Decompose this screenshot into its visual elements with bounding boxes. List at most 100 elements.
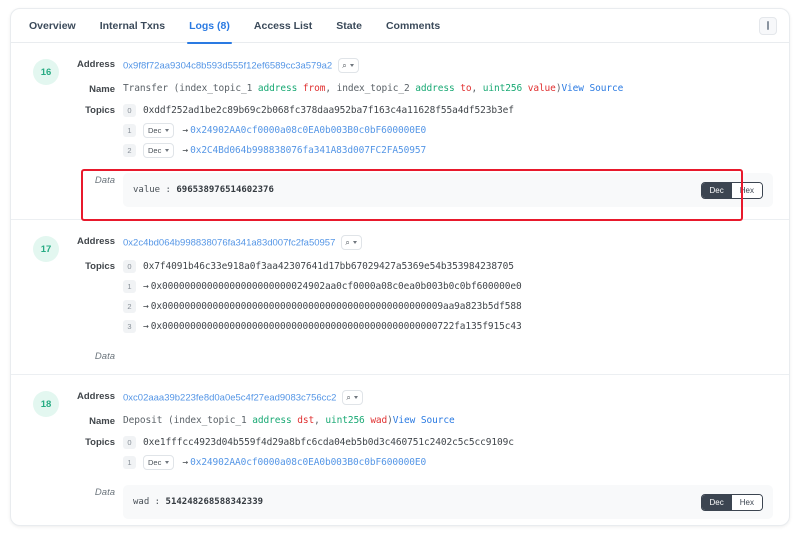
topic-value: 0x00000000000000000000000000000000000000…: [150, 321, 522, 332]
topic-arrow-icon: →: [182, 145, 189, 156]
data-label: Data: [94, 351, 115, 362]
topic-format-dropdown[interactable]: Dec: [143, 143, 175, 158]
topic-value: 0x00000000000000000000000000000000000000…: [150, 301, 522, 312]
data-value-text: wad : 514248268588342339: [133, 497, 263, 507]
topic-index: 3: [123, 320, 136, 333]
tab-internal-txns[interactable]: Internal Txns: [88, 9, 177, 43]
field-label: Topics: [85, 105, 115, 116]
tab-bar: Overview Internal Txns Logs (8) Access List…: [11, 9, 789, 44]
log-index-badge: 16: [33, 59, 59, 85]
signature-token: dst: [297, 415, 315, 426]
topic-index: 2: [123, 144, 136, 157]
tab-access-list[interactable]: Access List: [242, 9, 324, 43]
field-value: 0x2c4bd064b998838076fa341a83d007fc2fa509…: [123, 234, 773, 252]
topic-value: 0x7f4091b46c33e918a0f3aa42307641d17bb670…: [143, 261, 514, 272]
signature-token: , index_topic_2: [325, 83, 416, 94]
signature-token: uint256: [325, 415, 365, 426]
chevron-down-icon: [349, 64, 354, 68]
data-key: value: [133, 185, 161, 195]
topic-value: 0xe1fffcc4923d04b559f4d29a8bfc6cda04eb5b…: [143, 437, 514, 448]
topic-row: 3 → 0x000000000000000000000000000000000000…: [123, 319, 773, 334]
tab-overview[interactable]: Overview: [25, 9, 88, 43]
more-options-button[interactable]: [759, 16, 777, 35]
signature-token: Deposit (: [123, 415, 174, 426]
log-entry: 17 Address 0x2c4bd064b998838076fa341a83d00…: [11, 220, 789, 375]
field-label: Topics: [85, 261, 115, 272]
log-body: Address 0x9f8f72aa9304c8b593d555f12ef6589…: [69, 57, 773, 207]
topic-row: 0 0xe1fffcc4923d04b559f4d29a8bfc6cda04eb5…: [123, 435, 773, 450]
topic-row: 1 → 0x00000000000000000000000024902aa0cf00…: [123, 279, 773, 294]
contract-address-link[interactable]: 0xc02aaa39b223fe8d0a0e5c4f27ead9083c756c…: [123, 392, 336, 403]
data-format-hex-button[interactable]: Hex: [731, 182, 762, 198]
data-row: Data value : 696538976514602376 Dec Hex: [69, 173, 773, 207]
data-separator: :: [149, 497, 166, 507]
signature-token: to: [460, 83, 472, 94]
address-search-button[interactable]: ⌕: [342, 390, 363, 406]
signature-token: uint256: [482, 83, 523, 94]
topic-address-link[interactable]: 0x24902AA0cf0000a08c0EA0b003B0c0bF600000…: [190, 457, 426, 468]
address-search-button[interactable]: ⌕: [341, 235, 362, 251]
topic-index: 0: [123, 104, 136, 117]
signature-token: address: [415, 83, 455, 94]
topic-index: 2: [123, 300, 136, 313]
chevron-down-icon: [165, 129, 170, 132]
event-signature: Transfer (index_topic_1 address from, in…: [123, 82, 773, 96]
field-label: Name: [89, 416, 115, 427]
field-label: Topics: [85, 437, 115, 448]
signature-token: address: [252, 415, 292, 426]
data-value-text: value : 696538976514602376: [133, 185, 274, 195]
signature-token: from: [302, 83, 326, 94]
topic-arrow-icon: →: [143, 281, 149, 292]
topic-arrow-icon: →: [143, 301, 149, 312]
data-value: 696538976514602376: [176, 185, 274, 195]
topic-arrow-icon: →: [182, 125, 189, 136]
search-icon: ⌕: [342, 60, 347, 70]
tab-comments[interactable]: Comments: [374, 9, 452, 43]
data-label: Data: [94, 487, 115, 498]
data-key: wad: [133, 497, 150, 507]
field-value: 0xc02aaa39b223fe8d0a0e5c4f27ead9083c756c…: [123, 389, 773, 407]
topic-row: 0 0x7f4091b46c33e918a0f3aa42307641d17bb67…: [123, 259, 773, 274]
log-index-column: 16: [23, 57, 69, 207]
topic-address-link[interactable]: 0x24902AA0cf0000a08c0EA0b003B0c0bF600000…: [190, 125, 426, 136]
data-row: Data wad : 514248268588342339 Dec Hex: [69, 485, 773, 519]
data-format-toggle: Dec Hex: [700, 493, 763, 511]
topic-format-dropdown[interactable]: Dec: [143, 455, 175, 470]
tab-logs-8[interactable]: Logs (8): [177, 9, 242, 44]
topic-index: 0: [123, 260, 136, 273]
view-source-link[interactable]: View Source: [393, 415, 455, 426]
view-source-link[interactable]: View Source: [561, 83, 623, 94]
signature-token: Transfer (: [123, 83, 180, 94]
address-search-button[interactable]: ⌕: [338, 58, 359, 74]
data-row: Data: [69, 349, 773, 362]
topic-row: 2 → 0x000000000000000000000000000000000000…: [123, 299, 773, 314]
field-value: 0 0x7f4091b46c33e918a0f3aa42307641d17bb67…: [123, 259, 773, 339]
contract-address-link[interactable]: 0x2c4bd064b998838076fa341a83d007fc2fa509…: [123, 237, 335, 248]
chevron-down-icon: [353, 396, 358, 400]
topic-index: 0: [123, 436, 136, 449]
data-value-box: value : 696538976514602376 Dec Hex: [123, 173, 773, 207]
search-icon: ⌕: [345, 237, 350, 247]
topic-value: 0x00000000000000000000000024902aa0cf0000…: [150, 281, 522, 292]
data-value-box: wad : 514248268588342339 Dec Hex: [123, 485, 773, 519]
data-format-toggle: Dec Hex: [700, 181, 763, 199]
event-signature: Deposit (index_topic_1 address dst, uint…: [123, 414, 773, 428]
topic-format-dropdown[interactable]: Dec: [143, 123, 175, 138]
topic-index: 1: [123, 124, 136, 137]
data-format-dec-button[interactable]: Dec: [701, 494, 732, 510]
topic-format-label: Dec: [148, 126, 162, 135]
tab-state[interactable]: State: [324, 9, 374, 43]
data-format-hex-button[interactable]: Hex: [731, 494, 762, 510]
more-options-icon: [767, 21, 769, 30]
log-index-badge: 17: [33, 236, 59, 262]
contract-address-link[interactable]: 0x9f8f72aa9304c8b593d555f12ef6589cc3a579…: [123, 60, 332, 71]
signature-token: value: [527, 83, 556, 94]
field-value: Transfer (index_topic_1 address from, in…: [123, 82, 773, 96]
field-label: Address: [76, 59, 115, 70]
log-entry: 16 Address 0x9f8f72aa9304c8b593d555f12ef65…: [11, 43, 789, 220]
topic-row: 1 Dec → 0x24902AA0cf0000a08c0EA0b003B0c0bF6…: [123, 123, 773, 138]
log-index-column: 17: [23, 234, 69, 362]
data-format-dec-button[interactable]: Dec: [701, 182, 732, 198]
signature-token: ,: [471, 83, 483, 94]
topic-address-link[interactable]: 0x2C4Bd064b998838076fa341A83d007FC2FA509…: [190, 145, 426, 156]
